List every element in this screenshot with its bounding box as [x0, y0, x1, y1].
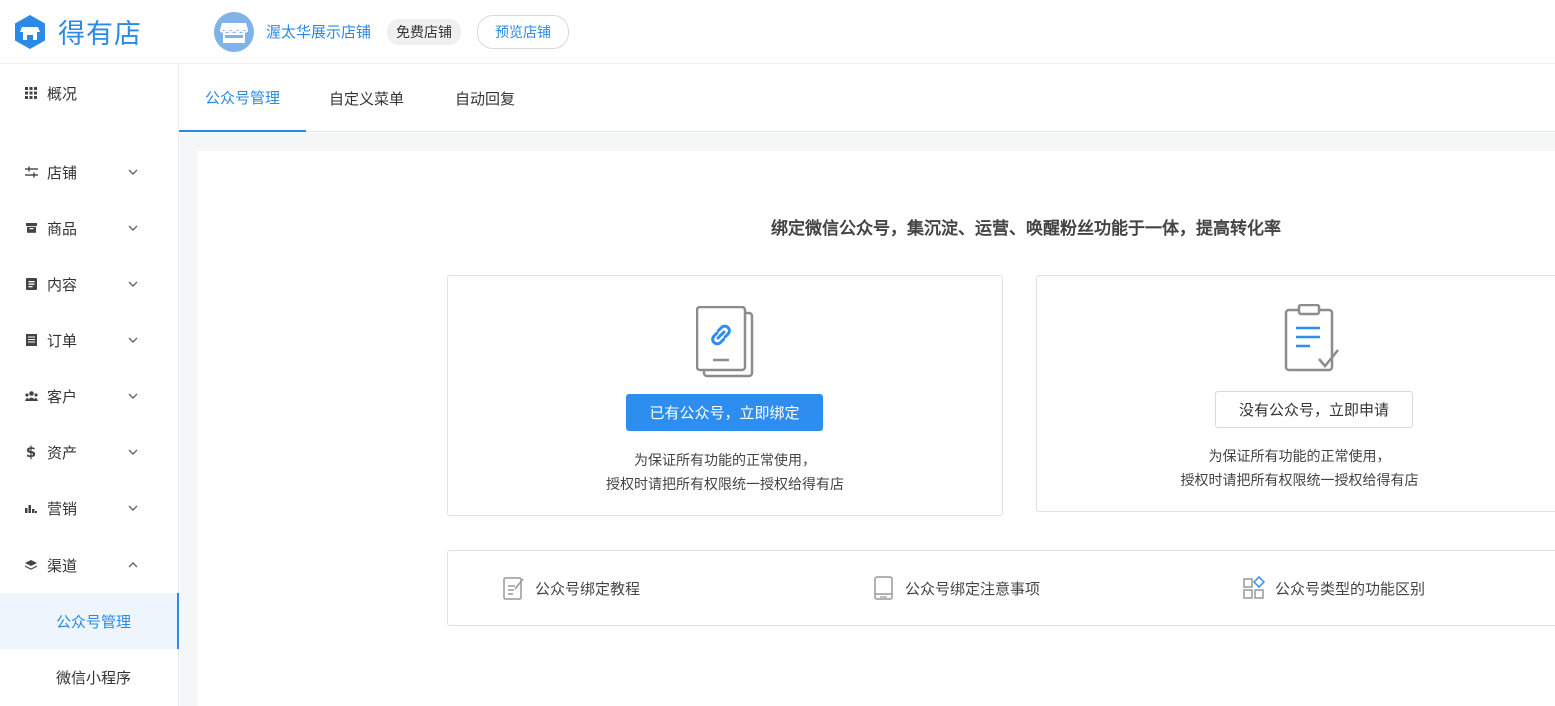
shop-avatar[interactable] [214, 11, 254, 52]
bind-card-note: 为保证所有功能的正常使用， 授权时请把所有权限统一授权给得有店 [448, 449, 1002, 497]
edit-doc-icon [503, 577, 524, 600]
sliders-icon [24, 165, 38, 179]
apply-card-note-line1: 为保证所有功能的正常使用， [1208, 449, 1391, 465]
box-icon [24, 221, 38, 235]
link-label: 公众号类型的功能区别 [1275, 579, 1426, 598]
chevron-down-icon [128, 337, 138, 343]
chevron-down-icon [128, 169, 138, 175]
layers-icon [24, 558, 38, 572]
users-icon [24, 389, 38, 403]
tab-official-account[interactable]: 公众号管理 [179, 64, 306, 132]
apply-card-note: 为保证所有功能的正常使用， 授权时请把所有权限统一授权给得有店 [1037, 445, 1555, 493]
sidebar-item-content[interactable]: 内容 [0, 264, 179, 304]
grid-icon [1243, 575, 1265, 599]
tab-auto-reply[interactable]: 自动回复 [455, 64, 515, 132]
sidebar-item-store[interactable]: 店铺 [0, 152, 179, 192]
dots-grid-icon [24, 86, 38, 100]
link-label: 公众号绑定教程 [535, 579, 641, 598]
sidebar-subitem-official-account[interactable]: 公众号管理 [0, 593, 179, 649]
sidebar-item-label: 内容 [47, 275, 78, 294]
bind-card-note-line2: 授权时请把所有权限统一授权给得有店 [606, 477, 844, 493]
sidebar-item-label: 营销 [47, 499, 78, 518]
link-document-icon [696, 306, 754, 378]
bind-account-button[interactable]: 已有公众号，立即绑定 [626, 394, 823, 431]
sidebar-item-label: 资产 [47, 443, 78, 462]
sidebar-item-label: 店铺 [47, 163, 78, 182]
sidebar-item-label: 商品 [47, 219, 78, 238]
chevron-up-icon [128, 562, 138, 568]
brand[interactable]: 得有店 [12, 12, 212, 51]
order-icon [24, 333, 38, 347]
sidebar-subitem-label: 公众号管理 [56, 612, 132, 631]
chevron-down-icon [128, 281, 138, 287]
shop-name-link[interactable]: 渥太华展示店铺 [266, 21, 371, 42]
link-binding-tutorial[interactable]: 公众号绑定教程 [503, 575, 640, 601]
book-icon [874, 576, 893, 600]
tab-custom-menu[interactable]: 自定义菜单 [329, 64, 404, 132]
help-links-bar: 公众号绑定教程 公众号绑定注意事项 公众号类型的功能区别 [447, 550, 1555, 626]
bind-account-card: 已有公众号，立即绑定 为保证所有功能的正常使用， 授权时请把所有权限统一授权给得… [447, 275, 1003, 516]
sidebar-item-customers[interactable]: 客户 [0, 376, 179, 416]
apply-card-note-line2: 授权时请把所有权限统一授权给得有店 [1180, 473, 1419, 489]
top-header: 得有店 渥太华展示店铺 免费店铺 预览店铺 [0, 0, 1555, 64]
document-icon [24, 277, 38, 291]
sidebar-item-label: 渠道 [47, 556, 78, 575]
sidebar-item-orders[interactable]: 订单 [0, 320, 179, 360]
chevron-down-icon [128, 393, 138, 399]
plan-badge: 免费店铺 [387, 18, 462, 45]
sidebar: 概况 店铺 商品 内容 订单 客户 $ 资产 营销 渠道 公众号管理 微信小程序 [0, 64, 179, 706]
sidebar-item-marketing[interactable]: 营销 [0, 488, 179, 528]
preview-store-button[interactable]: 预览店铺 [477, 14, 570, 49]
tab-bar: 公众号管理 自定义菜单 自动回复 [179, 64, 1555, 132]
storefront-icon [220, 22, 248, 43]
link-binding-notes[interactable]: 公众号绑定注意事项 [873, 575, 1040, 601]
sidebar-item-overview[interactable]: 概况 [0, 73, 179, 113]
sidebar-item-label: 客户 [47, 387, 78, 406]
bar-chart-icon [24, 501, 38, 515]
brand-name: 得有店 [58, 19, 142, 50]
store-logo-icon [15, 14, 45, 49]
clipboard-check-icon [1284, 304, 1339, 372]
link-label: 公众号绑定注意事项 [905, 579, 1041, 598]
sidebar-item-label: 订单 [47, 331, 78, 350]
link-account-type-differences[interactable]: 公众号类型的功能区别 [1243, 575, 1425, 601]
page-headline: 绑定微信公众号，集沉淀、运营、唤醒粉丝功能于一体，提高转化率 [771, 219, 1281, 239]
sidebar-item-goods[interactable]: 商品 [0, 208, 179, 248]
sidebar-item-assets[interactable]: $ 资产 [0, 432, 179, 472]
sidebar-item-channels[interactable]: 渠道 [0, 545, 179, 585]
apply-account-card: 没有公众号，立即申请 为保证所有功能的正常使用， 授权时请把所有权限统一授权给得… [1036, 275, 1555, 512]
chevron-down-icon [128, 449, 138, 455]
chevron-down-icon [128, 225, 138, 231]
chevron-down-icon [128, 505, 138, 511]
sidebar-subitem-mini-program[interactable]: 微信小程序 [0, 649, 179, 705]
bind-card-note-line1: 为保证所有功能的正常使用， [634, 453, 816, 469]
dollar-icon: $ [25, 443, 37, 461]
sidebar-subitem-label: 微信小程序 [56, 668, 132, 687]
sidebar-item-label: 概况 [47, 84, 78, 103]
apply-account-button[interactable]: 没有公众号，立即申请 [1215, 391, 1413, 428]
